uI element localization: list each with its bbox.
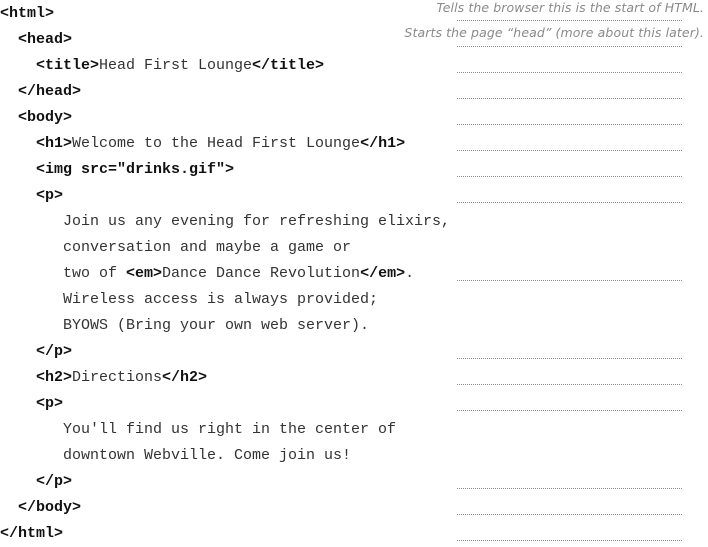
html-tag: <em> (126, 265, 163, 282)
annotation-blank-line (457, 358, 682, 359)
annotation-note-html: Tells the browser this is the start of H… (436, 0, 704, 15)
code-text: Join us any evening for refreshing elixi… (63, 213, 451, 230)
code-line: <img src="drinks.gif"> (36, 157, 234, 183)
annotated-html-page: { "lines": [ {"indent": 0, "parts": [{"t… (0, 0, 708, 543)
html-tag: <h1> (36, 135, 73, 152)
code-text: two of (63, 265, 127, 282)
code-line: </body> (18, 495, 81, 521)
code-line: two of <em>Dance Dance Revolution</em>. (63, 261, 414, 287)
annotation-note-head: Starts the page “head” (more about this … (404, 25, 704, 40)
code-text: Welcome to the Head First Lounge (72, 135, 361, 152)
annotation-blank-line (457, 384, 682, 385)
code-line: <p> (36, 183, 63, 209)
annotation-blank-line (457, 150, 682, 151)
annotation-blank-line (457, 540, 682, 541)
annotation-blank-line (457, 124, 682, 125)
html-tag: <p> (36, 187, 64, 204)
annotation-blank-line (457, 72, 682, 73)
html-tag: </title> (252, 57, 325, 74)
html-tag: <h2> (36, 369, 73, 386)
html-tag: <p> (36, 395, 64, 412)
code-line: <html> (0, 1, 54, 27)
html-tag: </h1> (360, 135, 406, 152)
code-text: conversation and maybe a game or (63, 239, 352, 256)
annotation-blank-line (457, 410, 682, 411)
code-line: Join us any evening for refreshing elixi… (63, 209, 450, 235)
code-line: </head> (18, 79, 81, 105)
code-line: <h1>Welcome to the Head First Lounge</h1… (36, 131, 405, 157)
code-text: . (405, 265, 415, 282)
html-tag: </p> (36, 473, 73, 490)
html-tag: <html> (0, 5, 55, 22)
html-tag: <img src="drinks.gif"> (36, 161, 235, 178)
code-text: downtown Webville. Come join us! (63, 447, 352, 464)
annotation-blank-line (457, 514, 682, 515)
code-line: <body> (18, 105, 72, 131)
code-text: Wireless access is always provided; (63, 291, 379, 308)
code-line: <head> (18, 27, 72, 53)
code-text: Head First Lounge (99, 57, 253, 74)
code-line: </p> (36, 339, 72, 365)
html-tag: <body> (18, 109, 73, 126)
code-text: Dance Dance Revolution (162, 265, 361, 282)
annotation-blank-line (457, 20, 682, 21)
html-tag: </head> (18, 83, 82, 100)
html-tag: </html> (0, 525, 64, 542)
code-line: You'll find us right in the center of (63, 417, 396, 443)
code-line: </p> (36, 469, 72, 495)
html-tag: <head> (18, 31, 73, 48)
annotation-blank-line (457, 202, 682, 203)
code-line: BYOWS (Bring your own web server). (63, 313, 369, 339)
code-line: <title>Head First Lounge</title> (36, 53, 324, 79)
code-line: <p> (36, 391, 63, 417)
html-tag: </em> (360, 265, 406, 282)
code-line: </html> (0, 521, 63, 547)
html-tag: </body> (18, 499, 82, 516)
html-tag: <title> (36, 57, 100, 74)
code-text: BYOWS (Bring your own web server). (63, 317, 370, 334)
code-line: <h2>Directions</h2> (36, 365, 207, 391)
code-line: Wireless access is always provided; (63, 287, 378, 313)
code-text: You'll find us right in the center of (63, 421, 397, 438)
html-tag: </h2> (162, 369, 208, 386)
annotation-blank-line (457, 46, 682, 47)
annotation-blank-line (457, 280, 682, 281)
code-line: conversation and maybe a game or (63, 235, 351, 261)
annotation-blank-line (457, 488, 682, 489)
html-tag: </p> (36, 343, 73, 360)
code-line: downtown Webville. Come join us! (63, 443, 351, 469)
annotation-blank-line (457, 98, 682, 99)
annotation-blank-line (457, 176, 682, 177)
code-text: Directions (72, 369, 163, 386)
